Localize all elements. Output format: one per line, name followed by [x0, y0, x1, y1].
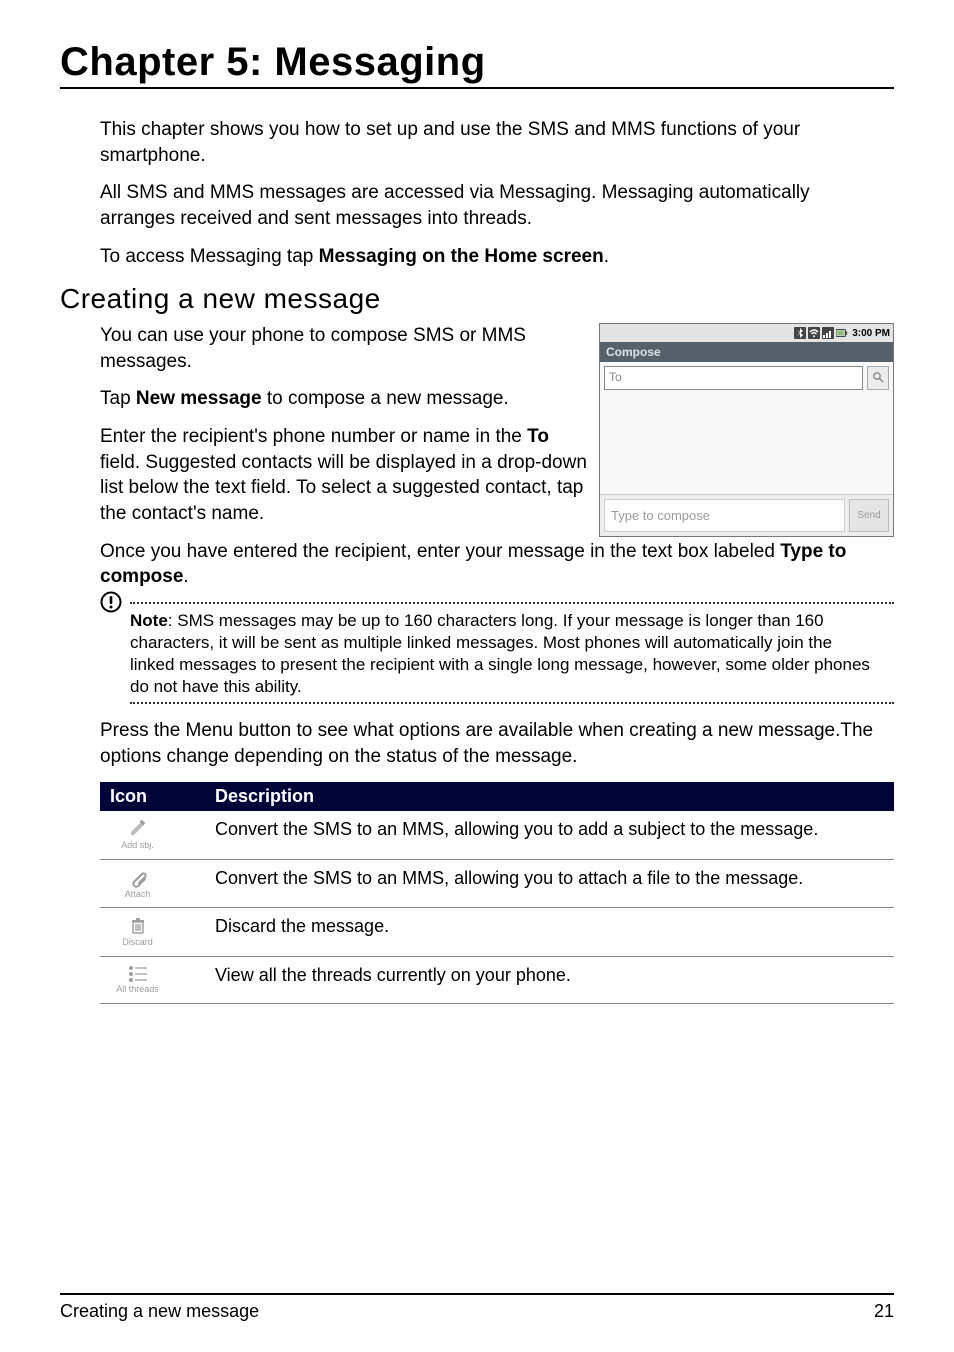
document-page: Chapter 5: Messaging This chapter shows … — [0, 0, 954, 1352]
table-cell-desc: Discard the message. — [205, 908, 894, 957]
note-label: Note — [130, 611, 168, 630]
creating-p4: Once you have entered the recipient, ent… — [100, 539, 874, 590]
creating-p4-part3: . — [183, 566, 188, 587]
creating-p2-emphasis: New message — [136, 388, 262, 409]
table-cell-desc: View all the threads currently on your p… — [205, 957, 894, 1004]
intro-p3-part3: . — [604, 246, 609, 267]
creating-p3-part1: Enter the recipient's phone number or na… — [100, 426, 527, 447]
status-bar-time: 3:00 PM — [852, 328, 890, 339]
intro-p3-emphasis: Messaging on the Home screen — [319, 246, 604, 267]
note-text: : SMS messages may be up to 160 characte… — [130, 611, 870, 696]
creating-p2-part1: Tap — [100, 388, 136, 409]
compose-screenshot: 3:00 PM Compose To Type to compose Send — [599, 323, 894, 537]
icon-label: Add sbj. — [110, 841, 165, 851]
note-dashes-bottom — [130, 702, 894, 704]
attach-icon: Attach — [110, 868, 165, 900]
battery-icon — [836, 327, 848, 339]
page-footer: Creating a new message 21 — [60, 1293, 894, 1322]
chapter-title: Chapter 5: Messaging — [60, 40, 894, 85]
creating-p2: Tap New message to compose a new message… — [100, 386, 587, 412]
search-icon — [872, 371, 884, 386]
table-cell-desc: Convert the SMS to an MMS, allowing you … — [205, 811, 894, 859]
intro-paragraph-2: All SMS and MMS messages are accessed vi… — [100, 180, 874, 231]
title-rule — [60, 87, 894, 89]
menu-options-table: Icon Description Add sbj. Convert the SM… — [100, 782, 894, 1005]
to-input[interactable]: To — [604, 366, 863, 390]
footer-rule — [60, 1293, 894, 1295]
page-number: 21 — [874, 1301, 894, 1322]
signal-icon — [822, 327, 834, 339]
table-row: All threads View all the threads current… — [100, 957, 894, 1004]
bluetooth-icon — [794, 327, 806, 339]
section-title: Creating a new message — [60, 283, 894, 315]
note-block: Note: SMS messages may be up to 160 char… — [100, 602, 894, 704]
menu-paragraph: Press the Menu button to see what option… — [100, 718, 874, 769]
creating-p3: Enter the recipient's phone number or na… — [100, 424, 587, 527]
intro-p3-part1: To access Messaging tap — [100, 246, 319, 267]
table-row: Discard Discard the message. — [100, 908, 894, 957]
compose-input[interactable]: Type to compose — [604, 499, 845, 532]
icon-label: Attach — [110, 890, 165, 900]
table-row: Attach Convert the SMS to an MMS, allowi… — [100, 859, 894, 908]
note-body: Note: SMS messages may be up to 160 char… — [130, 610, 874, 698]
note-dashes-top — [130, 602, 894, 604]
add-subject-icon: Add sbj. — [110, 819, 165, 851]
compose-footer: Type to compose Send — [600, 494, 893, 536]
creating-p3-part3: field. Suggested contacts will be displa… — [100, 452, 587, 524]
icon-label: Discard — [110, 938, 165, 948]
icon-label: All threads — [110, 985, 165, 995]
table-cell-desc: Convert the SMS to an MMS, allowing you … — [205, 859, 894, 908]
status-bar: 3:00 PM — [600, 324, 893, 342]
intro-paragraph-1: This chapter shows you how to set up and… — [100, 117, 874, 168]
table-header-desc: Description — [205, 782, 894, 811]
send-button[interactable]: Send — [849, 499, 889, 532]
creating-p1: You can use your phone to compose SMS or… — [100, 323, 587, 374]
contact-search-button[interactable] — [867, 366, 889, 390]
app-title-bar: Compose — [600, 342, 893, 362]
footer-section-name: Creating a new message — [60, 1301, 259, 1322]
table-header-icon: Icon — [100, 782, 205, 811]
wifi-icon — [808, 327, 820, 339]
creating-p3-emphasis: To — [527, 426, 549, 447]
all-threads-icon: All threads — [110, 965, 165, 995]
to-row: To — [600, 362, 893, 394]
creating-p2-part3: to compose a new message. — [262, 388, 509, 409]
intro-paragraph-3: To access Messaging tap Messaging on the… — [100, 244, 874, 270]
two-column-layout: You can use your phone to compose SMS or… — [60, 323, 894, 538]
creating-p4-part1: Once you have entered the recipient, ent… — [100, 541, 780, 562]
compose-body-area[interactable] — [600, 394, 893, 494]
discard-icon: Discard — [110, 916, 165, 948]
table-row: Add sbj. Convert the SMS to an MMS, allo… — [100, 811, 894, 859]
warning-icon — [100, 591, 122, 613]
